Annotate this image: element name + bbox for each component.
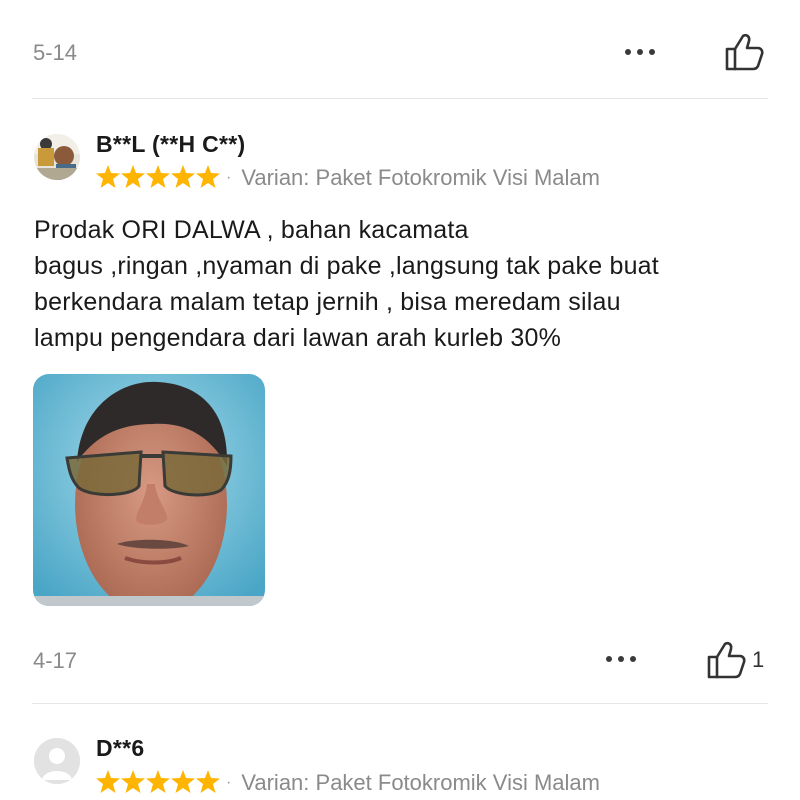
review-date: 5-14 (33, 40, 78, 65)
star-rating (96, 165, 220, 188)
star-icon (96, 770, 120, 793)
thumbs-up-icon (707, 641, 746, 679)
separator: · (226, 774, 232, 791)
review-text-line: berkendara malam tetap jernih , bisa mer… (34, 288, 621, 316)
like-button[interactable]: 1 (706, 640, 764, 680)
like-button[interactable] (724, 32, 770, 72)
user-avatar-image (34, 134, 80, 180)
default-avatar-icon (34, 738, 80, 784)
variant-info: · Varian: Paket Fotokromik Visi Malam (226, 770, 600, 796)
dot-icon (649, 49, 655, 55)
star-icon (196, 770, 220, 793)
review-text-line: Prodak ORI DALWA , bahan kacamata (34, 216, 469, 244)
review-photo[interactable] (33, 374, 265, 606)
avatar (34, 738, 80, 784)
review-photo-image (33, 374, 265, 606)
review-text-line: lampu pengendara dari lawan arah kurleb … (34, 324, 561, 352)
star-icon (171, 165, 195, 188)
divider (32, 98, 768, 99)
username: D**6 (96, 735, 145, 761)
more-options-button[interactable] (606, 656, 636, 662)
dot-icon (625, 49, 631, 55)
variant-label: Varian: Paket Fotokromik Visi Malam (241, 165, 600, 190)
star-icon (121, 165, 145, 188)
like-count: 1 (752, 647, 765, 672)
star-rating (96, 770, 220, 793)
dot-icon (630, 656, 636, 662)
review-date: 4-17 (33, 648, 78, 673)
star-icon (171, 770, 195, 793)
dot-icon (606, 656, 612, 662)
username: B**L (**H C**) (96, 131, 246, 157)
variant-info: · Varian: Paket Fotokromik Visi Malam (226, 165, 600, 191)
star-icon (121, 770, 145, 793)
review-text-line: bagus ,ringan ,nyaman di pake ,langsung … (34, 252, 659, 280)
dot-icon (637, 49, 643, 55)
star-icon (146, 770, 170, 793)
divider (32, 703, 768, 704)
more-options-button[interactable] (625, 49, 655, 55)
separator: · (226, 169, 232, 186)
dot-icon (618, 656, 624, 662)
star-icon (96, 165, 120, 188)
star-icon (196, 165, 220, 188)
variant-label: Varian: Paket Fotokromik Visi Malam (241, 770, 600, 795)
star-icon (146, 165, 170, 188)
review-text: Prodak ORI DALWA , bahan kacamata bagus … (34, 212, 774, 356)
avatar (34, 134, 80, 180)
thumbs-up-icon (725, 33, 764, 71)
